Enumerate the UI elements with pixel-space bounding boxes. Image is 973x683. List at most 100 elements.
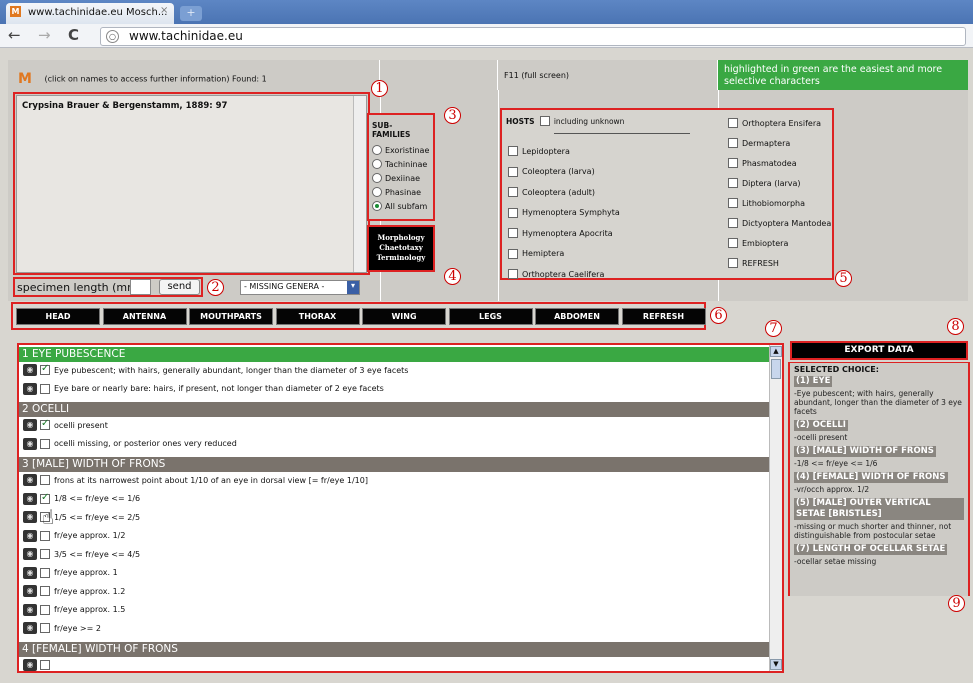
tab-refresh[interactable]: REFRESH: [621, 308, 706, 325]
new-tab-button[interactable]: +: [180, 6, 202, 21]
option-checkbox[interactable]: [40, 475, 50, 485]
option-checkbox[interactable]: [40, 604, 50, 615]
host-checkbox[interactable]: [728, 198, 738, 208]
character-list-scrollbar[interactable]: ▲ ▼: [769, 345, 782, 671]
host-option[interactable]: Coleoptera (larva): [508, 166, 595, 177]
subfamily-option[interactable]: Phasinae: [372, 187, 430, 197]
option-row[interactable]: ◉ frons at its narrowest point about 1/10…: [23, 474, 368, 486]
browser-tab[interactable]: www.tachinidae.eu Mosch...: [6, 3, 174, 24]
option-row[interactable]: ◉ ocelli present: [23, 418, 108, 431]
url-bar[interactable]: www.tachinidae.eu: [100, 27, 966, 46]
host-option[interactable]: Phasmatodea: [728, 158, 797, 168]
radio-button[interactable]: [372, 173, 382, 183]
radio-button[interactable]: [372, 187, 382, 197]
specimen-length-input[interactable]: [130, 279, 151, 295]
missing-genera-select[interactable]: - MISSING GENERA - ▾: [240, 280, 360, 295]
option-checkbox[interactable]: [40, 418, 50, 430]
host-checkbox[interactable]: [728, 238, 738, 248]
camera-icon[interactable]: ◉: [23, 529, 37, 542]
option-row[interactable]: ◉ 1/8 <= fr/eye <= 1/6: [23, 492, 140, 505]
scroll-up-icon[interactable]: ▲: [770, 346, 782, 357]
host-option[interactable]: Coleoptera (adult): [508, 187, 595, 197]
option-row[interactable]: ◉ fr/eye >= 2: [23, 622, 101, 634]
camera-icon[interactable]: ◉: [23, 622, 37, 634]
species-scrollbar[interactable]: [353, 96, 366, 272]
scroll-down-icon[interactable]: ▼: [770, 659, 782, 670]
camera-icon[interactable]: ◉: [23, 548, 37, 560]
host-checkbox[interactable]: [508, 228, 518, 238]
camera-icon[interactable]: ◉: [23, 437, 37, 450]
page-info-icon[interactable]: ○: [106, 30, 119, 43]
tab-legs[interactable]: LEGS: [448, 308, 533, 325]
option-checkbox[interactable]: [40, 567, 50, 578]
camera-icon[interactable]: ◉: [23, 511, 37, 523]
camera-icon[interactable]: ◉: [23, 566, 37, 579]
camera-icon[interactable]: ◉: [23, 364, 37, 376]
radio-button[interactable]: [372, 159, 382, 169]
camera-icon[interactable]: ◉: [23, 419, 37, 431]
camera-icon[interactable]: ◉: [23, 382, 37, 395]
host-option[interactable]: Dermaptera: [728, 138, 790, 148]
option-row[interactable]: ◉ fr/eye approx. 1: [23, 566, 118, 579]
back-arrow-icon[interactable]: ←: [8, 27, 21, 44]
option-checkbox[interactable]: [40, 492, 50, 504]
camera-icon[interactable]: ◉: [23, 658, 37, 671]
option-checkbox[interactable]: [40, 530, 50, 541]
tab-mouthparts[interactable]: MOUTHPARTS: [189, 308, 273, 325]
host-option[interactable]: Orthoptera Caelifera: [508, 269, 604, 279]
subfamily-option[interactable]: Exoristinae: [372, 145, 430, 155]
camera-icon[interactable]: ◉: [23, 603, 37, 616]
option-checkbox[interactable]: [40, 623, 50, 633]
tab-thorax[interactable]: THORAX: [275, 308, 360, 325]
host-option[interactable]: Diptera (larva): [728, 178, 801, 188]
option-row[interactable]: ◉ fr/eye approx. 1.5: [23, 603, 125, 616]
export-data-button[interactable]: EXPORT DATA: [790, 341, 968, 360]
host-option[interactable]: Dictyoptera Mantodea: [728, 218, 831, 228]
radio-button[interactable]: [372, 201, 382, 211]
host-checkbox[interactable]: [508, 207, 518, 218]
host-checkbox[interactable]: [728, 118, 738, 128]
reload-icon[interactable]: C: [68, 27, 79, 44]
option-checkbox[interactable]: [40, 659, 50, 670]
option-row[interactable]: ◉ ocelli missing, or posterior ones very …: [23, 437, 237, 450]
including-unknown-checkbox[interactable]: [539, 116, 550, 126]
option-checkbox[interactable]: [40, 549, 50, 559]
host-checkbox[interactable]: [508, 166, 518, 177]
host-checkbox[interactable]: [508, 146, 518, 156]
subfamily-option[interactable]: All subfam: [372, 201, 430, 211]
host-option[interactable]: Orthoptera Ensifera: [728, 118, 821, 128]
tab-head[interactable]: HEAD: [16, 308, 100, 325]
send-button[interactable]: send: [159, 279, 200, 295]
option-row[interactable]: ◉ fr/eye approx. 1.2: [23, 585, 125, 597]
option-row[interactable]: ◉ Eye bare or nearly bare: hairs, if pres…: [23, 382, 384, 395]
option-row[interactable]: ◉ Eye pubescent; with hairs, generally ab…: [23, 363, 408, 376]
host-checkbox[interactable]: [508, 248, 518, 259]
host-option[interactable]: Hymenoptera Apocrita: [508, 228, 613, 238]
tab-abdomen[interactable]: ABDOMEN: [535, 308, 619, 325]
host-checkbox[interactable]: [728, 218, 738, 228]
option-checkbox[interactable]: [40, 383, 50, 394]
tab-close-icon[interactable]: ×: [160, 5, 168, 16]
host-checkbox[interactable]: [728, 138, 738, 148]
scroll-thumb[interactable]: [771, 359, 781, 379]
option-checkbox[interactable]: [40, 586, 50, 596]
option-checkbox[interactable]: [40, 438, 50, 449]
tab-antenna[interactable]: ANTENNA: [102, 308, 187, 325]
camera-icon[interactable]: ◉: [23, 492, 37, 505]
camera-icon[interactable]: ◉: [23, 474, 37, 486]
host-checkbox[interactable]: [728, 158, 738, 168]
tab-wing[interactable]: WING: [362, 308, 446, 325]
host-option[interactable]: Lithobiomorpha: [728, 198, 805, 208]
morphology-button[interactable]: Morphology Chaetotaxy Terminology: [369, 227, 433, 270]
species-list[interactable]: Crypsina Brauer & Bergenstamm, 1889: 97: [16, 95, 367, 273]
forward-arrow-icon[interactable]: →: [38, 27, 51, 44]
option-row[interactable]: ◉ fr/eye approx. 1/2: [23, 529, 125, 542]
host-option[interactable]: Lepidoptera: [508, 146, 570, 156]
subfamily-option[interactable]: Dexiinae: [372, 173, 430, 183]
radio-button[interactable]: [372, 145, 382, 155]
host-option[interactable]: Hymenoptera Symphyta: [508, 207, 620, 218]
option-row[interactable]: ◉: [23, 658, 54, 671]
species-name-link[interactable]: Crypsina Brauer & Bergenstamm, 1889: 97: [22, 101, 227, 111]
camera-icon[interactable]: ◉: [23, 585, 37, 597]
host-checkbox[interactable]: [508, 269, 518, 279]
